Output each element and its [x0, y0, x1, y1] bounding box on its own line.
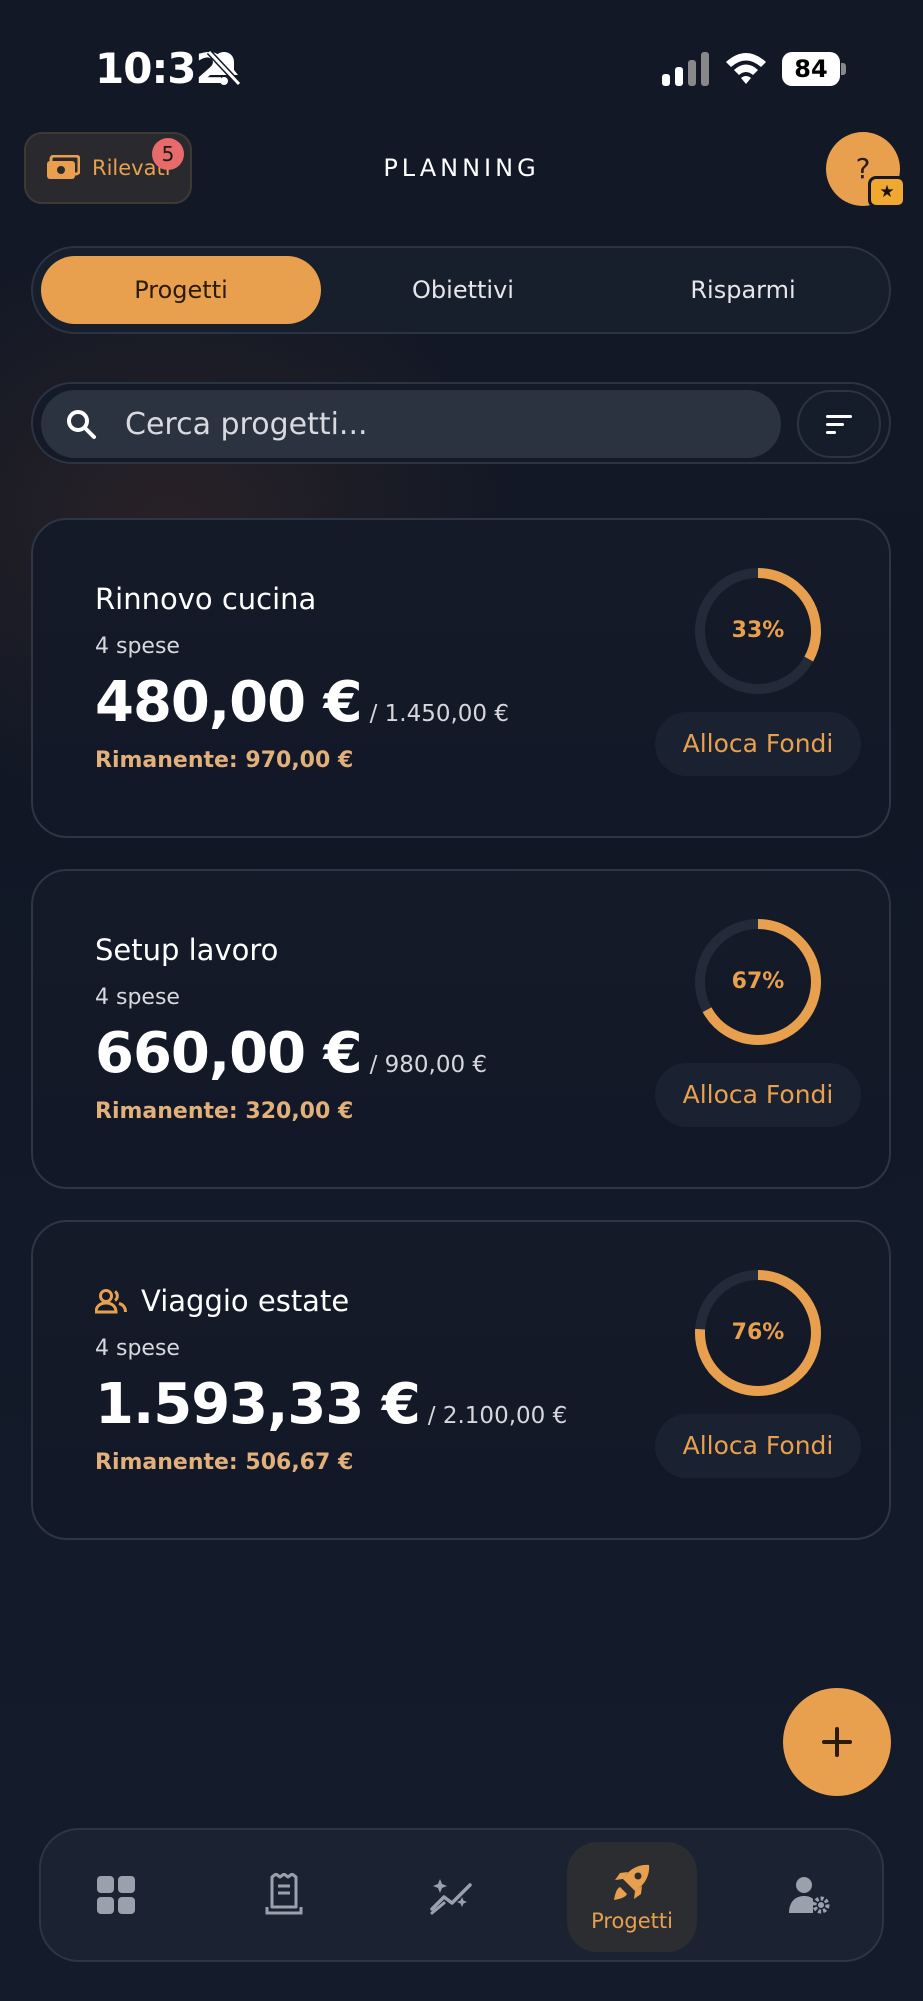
search-icon	[67, 410, 96, 439]
search-bar: Cerca progetti...	[31, 382, 891, 464]
allocate-funds-button[interactable]: Alloca Fondi	[655, 712, 861, 776]
nav-progetti[interactable]: Progetti	[567, 1842, 697, 1952]
progress-percent: 33%	[731, 618, 785, 643]
wifi-icon	[726, 53, 766, 84]
project-card[interactable]: Setup lavoro 4 spese 660,00 € / 980,00 €…	[31, 869, 891, 1189]
project-title-text: Viaggio estate	[141, 1284, 350, 1318]
tab-obiettivi[interactable]: Obiettivi	[323, 256, 603, 324]
nav-dashboard[interactable]	[51, 1830, 181, 1960]
allocate-funds-button[interactable]: Alloca Fondi	[655, 1063, 861, 1127]
project-title: Rinnovo cucina	[95, 582, 316, 616]
remaining-amount: Rimanente: 506,67 €	[95, 1450, 354, 1475]
battery-cap	[841, 63, 846, 75]
target-amount: / 1.450,00 €	[369, 701, 509, 727]
battery-indicator: 84	[782, 52, 846, 86]
search-placeholder: Cerca progetti...	[125, 406, 368, 442]
target-amount: / 2.100,00 €	[427, 1403, 568, 1429]
amount-row: 660,00 € / 980,00 €	[95, 1021, 487, 1086]
remaining-amount: Rimanente: 970,00 €	[95, 748, 354, 773]
saved-amount: 480,00 €	[95, 670, 363, 735]
nav-settings[interactable]	[745, 1830, 875, 1960]
remaining-amount: Rimanente: 320,00 €	[95, 1099, 354, 1124]
expense-count: 4 spese	[95, 634, 180, 659]
saved-amount: 660,00 €	[95, 1021, 363, 1086]
amount-row: 1.593,33 € / 2.100,00 €	[95, 1372, 567, 1437]
project-title: Viaggio estate	[95, 1284, 349, 1318]
app-header: Rilevati 5 PLANNING ? ★	[0, 130, 923, 223]
segmented-tabs: Progetti Obiettivi Risparmi	[31, 246, 891, 334]
search-input[interactable]: Cerca progetti...	[41, 390, 781, 458]
target-amount: / 980,00 €	[369, 1052, 488, 1078]
progress-percent: 67%	[731, 969, 785, 994]
bottom-navigation: Progetti	[39, 1828, 884, 1962]
allocate-funds-button[interactable]: Alloca Fondi	[655, 1414, 861, 1478]
battery-level: 84	[782, 52, 840, 86]
bell-muted-icon	[206, 49, 242, 87]
user-settings-icon	[789, 1877, 830, 1914]
project-card[interactable]: Viaggio estate 4 spese 1.593,33 € / 2.10…	[31, 1220, 891, 1540]
project-title-text: Setup lavoro	[95, 933, 279, 967]
tab-progetti[interactable]: Progetti	[41, 256, 321, 324]
progress-percent: 76%	[731, 1320, 785, 1345]
rocket-icon	[614, 1864, 650, 1900]
nav-insights[interactable]	[387, 1830, 517, 1960]
plus-icon	[822, 1727, 852, 1757]
star-badge: ★	[868, 176, 906, 208]
add-project-button[interactable]	[783, 1688, 891, 1796]
expense-count: 4 spese	[95, 985, 180, 1010]
saved-amount: 1.593,33 €	[95, 1372, 421, 1437]
nav-transactions[interactable]	[219, 1830, 349, 1960]
project-card[interactable]: Rinnovo cucina 4 spese 480,00 € / 1.450,…	[31, 518, 891, 838]
status-bar: 10:32 84	[0, 0, 923, 130]
amount-row: 480,00 € / 1.450,00 €	[95, 670, 509, 735]
shared-people-icon	[95, 1289, 127, 1314]
signal-icon	[662, 52, 709, 86]
receipt-icon	[265, 1873, 303, 1915]
expense-count: 4 spese	[95, 1336, 180, 1361]
sparkle-chart-icon	[430, 1879, 472, 1915]
nav-label-progetti: Progetti	[591, 1909, 673, 1933]
sort-icon	[826, 415, 852, 434]
page-title: PLANNING	[383, 154, 540, 182]
project-title: Setup lavoro	[95, 933, 278, 967]
dashboard-icon	[97, 1876, 135, 1914]
sort-button[interactable]	[797, 390, 881, 458]
project-title-text: Rinnovo cucina	[95, 582, 317, 616]
tab-risparmi[interactable]: Risparmi	[603, 256, 883, 324]
